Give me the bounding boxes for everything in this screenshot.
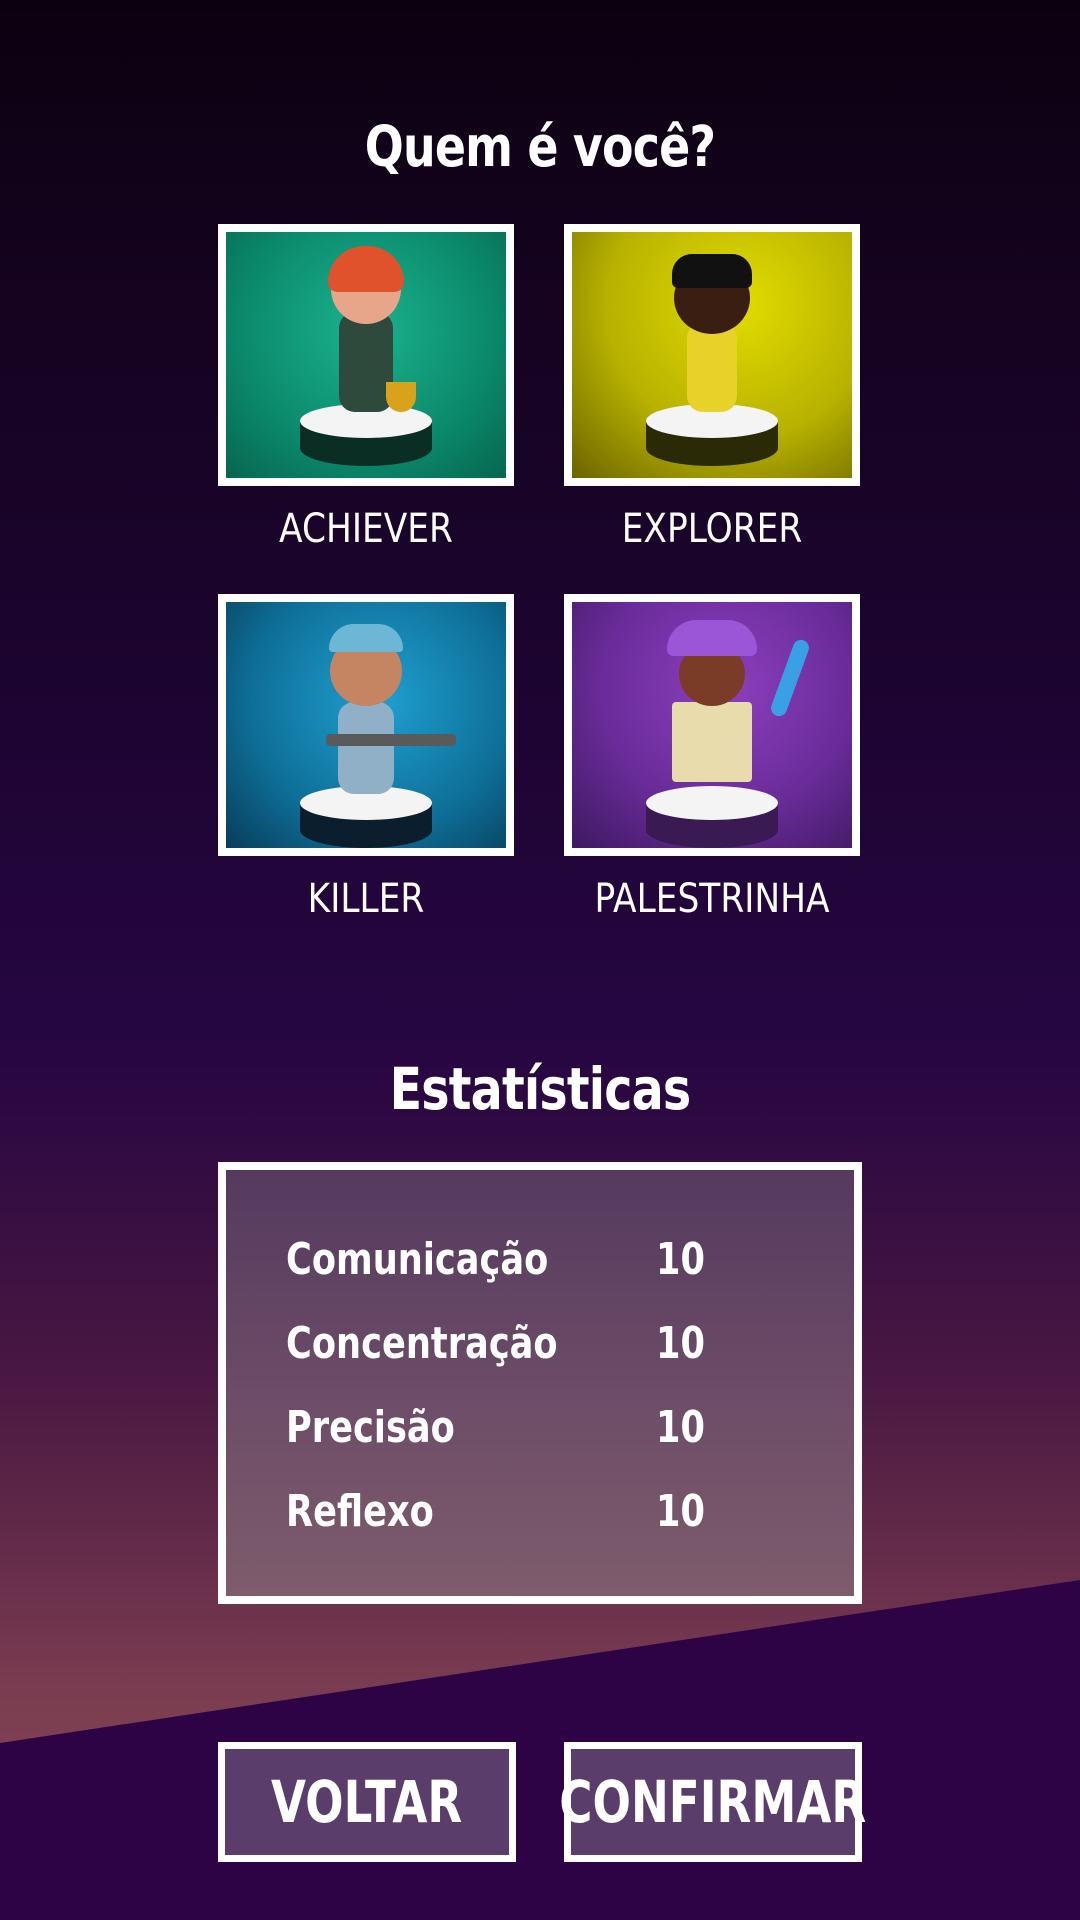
- stat-name: Reflexo: [286, 1486, 434, 1537]
- confirm-button-label: CONFIRMAR: [559, 1768, 867, 1836]
- stat-name: Comunicação: [286, 1234, 549, 1285]
- profile-label-achiever: ACHIEVER: [279, 506, 453, 552]
- back-button[interactable]: VOLTAR: [218, 1742, 516, 1862]
- stat-name: Precisão: [286, 1402, 455, 1453]
- stat-name: Concentração: [286, 1318, 558, 1369]
- stat-value: 10: [656, 1234, 705, 1285]
- profile-label-explorer: EXPLORER: [621, 506, 803, 552]
- confirm-button[interactable]: CONFIRMAR: [560, 1742, 866, 1862]
- stats-panel: Comunicação 10 Concentração 10 Precisão …: [218, 1162, 862, 1604]
- profile-card-explorer[interactable]: [564, 224, 860, 486]
- profile-card-killer[interactable]: [218, 594, 514, 856]
- profile-card-palestrinha[interactable]: [564, 594, 860, 856]
- profile-label-killer: KILLER: [307, 876, 425, 922]
- stat-row-concentracao: Concentração 10: [286, 1318, 806, 1378]
- profile-label-palestrinha: PALESTRINHA: [594, 876, 830, 922]
- stats-title: Estatísticas: [389, 1055, 692, 1123]
- back-button-label: VOLTAR: [271, 1768, 463, 1836]
- stat-value: 10: [656, 1318, 705, 1369]
- page-title: Quem é você?: [364, 115, 716, 180]
- stat-value: 10: [656, 1486, 705, 1537]
- stat-row-reflexo: Reflexo 10: [286, 1486, 806, 1546]
- profile-card-achiever[interactable]: [218, 224, 514, 486]
- stat-value: 10: [656, 1402, 705, 1453]
- stat-row-precisao: Precisão 10: [286, 1402, 806, 1462]
- bottom-decor-band: [0, 1580, 1080, 1920]
- stat-row-comunicacao: Comunicação 10: [286, 1234, 806, 1294]
